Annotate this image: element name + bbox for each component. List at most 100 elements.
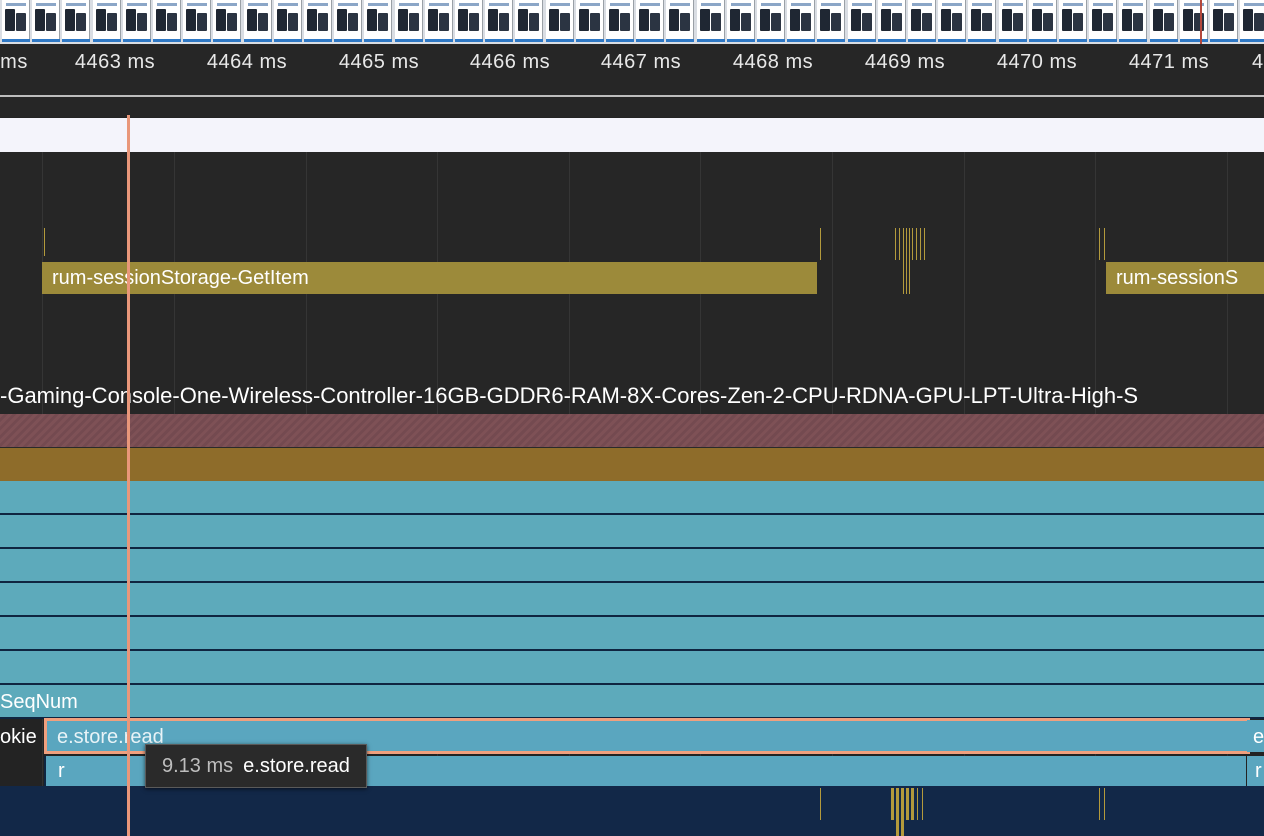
timing-mark[interactable] xyxy=(909,228,910,294)
tick-label: 4468 ms xyxy=(732,51,814,73)
filmstrip-thumbnail[interactable] xyxy=(62,0,91,42)
flame-row[interactable] xyxy=(0,685,1264,719)
filmstrip-thumbnail[interactable] xyxy=(122,0,151,42)
flame-row[interactable] xyxy=(0,515,1264,549)
filmstrip-thumbnail[interactable] xyxy=(1028,0,1057,42)
timing-mark[interactable] xyxy=(906,228,907,294)
tick-label: 4465 ms xyxy=(338,51,420,73)
timing-mark[interactable] xyxy=(911,788,914,820)
filmstrip-thumbnail[interactable] xyxy=(304,0,332,42)
filmstrip-thumbnail[interactable] xyxy=(485,0,514,42)
timing-mark[interactable] xyxy=(1099,788,1100,820)
timing-mark[interactable] xyxy=(820,788,821,820)
tick-label: 4471 ms xyxy=(1128,51,1210,73)
timing-mark[interactable] xyxy=(912,228,913,260)
filmstrip-thumbnail[interactable] xyxy=(153,0,181,42)
timing-mark[interactable] xyxy=(903,228,904,294)
filmstrip-thumbnail[interactable] xyxy=(757,0,785,42)
filmstrip-thumbnail[interactable] xyxy=(968,0,997,42)
filmstrip-thumbnail[interactable] xyxy=(726,0,755,42)
timing-slice[interactable]: rum-sessionS xyxy=(1106,262,1264,294)
flame-empty-area xyxy=(0,786,1264,836)
filmstrip-thumbnail[interactable] xyxy=(334,0,363,42)
flame-slice-label: okie xyxy=(0,726,37,748)
timing-mark[interactable] xyxy=(916,228,917,260)
filmstrip-thumbnail[interactable] xyxy=(243,0,272,42)
filmstrip-thumbnail[interactable] xyxy=(424,0,453,42)
timing-mark[interactable] xyxy=(906,788,909,820)
filmstrip-thumbnail[interactable] xyxy=(32,0,61,42)
timing-mark[interactable] xyxy=(899,228,900,260)
filmstrip-thumbnail[interactable] xyxy=(455,0,483,42)
timing-mark[interactable] xyxy=(920,228,921,260)
flame-slice[interactable]: e xyxy=(1247,720,1264,752)
filmstrip-thumbnail[interactable] xyxy=(908,0,936,42)
flame-row[interactable] xyxy=(0,549,1264,583)
tick-label: 4469 ms xyxy=(864,51,946,73)
filmstrip-thumbnail[interactable] xyxy=(938,0,967,42)
filmstrip-thumbnail[interactable] xyxy=(213,0,242,42)
filmstrip-thumbnail[interactable] xyxy=(515,0,544,42)
filmstrip-thumbnail[interactable] xyxy=(606,0,634,42)
filmstrip-thumbnail[interactable] xyxy=(1119,0,1148,42)
flame-slice[interactable]: r xyxy=(1247,756,1264,786)
tick-label: 4 xyxy=(1252,51,1264,73)
filmstrip-thumbnail[interactable] xyxy=(2,0,30,42)
tick-label: 4466 ms xyxy=(469,51,551,73)
filmstrip-thumbnail[interactable] xyxy=(1240,0,1264,42)
screenshot-filmstrip[interactable] xyxy=(0,0,1264,44)
flame-row-task[interactable] xyxy=(0,414,1264,448)
filmstrip-thumbnail[interactable] xyxy=(273,0,302,42)
timing-mark[interactable] xyxy=(895,228,896,260)
flame-row[interactable] xyxy=(0,617,1264,651)
filmstrip-thumbnail[interactable] xyxy=(787,0,816,42)
filmstrip-thumbnail[interactable] xyxy=(364,0,393,42)
filmstrip-thumbnail[interactable] xyxy=(877,0,906,42)
slice-tooltip: 9.13 ms e.store.read xyxy=(145,744,367,788)
timing-mark[interactable] xyxy=(901,788,904,836)
timing-mark[interactable] xyxy=(1104,228,1105,260)
filmstrip-thumbnail[interactable] xyxy=(545,0,574,42)
track-gap xyxy=(0,97,1264,117)
timing-mark[interactable] xyxy=(922,788,923,820)
filmstrip-thumbnail[interactable] xyxy=(575,0,604,42)
timing-mark[interactable] xyxy=(1104,788,1105,820)
task-url-label: -Gaming-Console-One-Wireless-Controller-… xyxy=(0,383,1139,408)
filmstrip-thumbnail[interactable] xyxy=(394,0,423,42)
flame-row[interactable] xyxy=(0,481,1264,515)
filmstrip-thumbnail[interactable] xyxy=(847,0,876,42)
timing-mark[interactable] xyxy=(896,788,899,836)
timing-mark[interactable] xyxy=(917,788,918,820)
flame-row-script[interactable] xyxy=(0,448,1264,481)
timing-mark[interactable] xyxy=(891,788,894,820)
tick-label: 4467 ms xyxy=(600,51,682,73)
timeline-cursor xyxy=(127,115,130,836)
timing-mark[interactable] xyxy=(924,228,925,260)
filmstrip-thumbnail[interactable] xyxy=(817,0,846,42)
tick-label: 4464 ms xyxy=(206,51,288,73)
timing-mark[interactable] xyxy=(1099,228,1100,260)
filmstrip-thumbnail[interactable] xyxy=(636,0,665,42)
tick-label: 4470 ms xyxy=(996,51,1078,73)
filmstrip-thumbnail[interactable] xyxy=(696,0,725,42)
filmstrip-thumbnail[interactable] xyxy=(1149,0,1178,42)
tick-label: 4463 ms xyxy=(74,51,156,73)
timing-mark[interactable] xyxy=(820,228,821,260)
filmstrip-position-marker xyxy=(1200,0,1202,44)
timing-mark[interactable] xyxy=(44,228,45,256)
filmstrip-thumbnail[interactable] xyxy=(1059,0,1087,42)
filmstrip-thumbnail[interactable] xyxy=(1179,0,1208,42)
filmstrip-thumbnail[interactable] xyxy=(92,0,121,42)
flame-slice-label: SeqNum xyxy=(0,691,78,713)
filmstrip-thumbnail[interactable] xyxy=(666,0,695,42)
flame-row[interactable] xyxy=(0,651,1264,685)
tooltip-duration: 9.13 ms xyxy=(162,754,234,777)
tooltip-name: e.store.read xyxy=(243,754,350,777)
filmstrip-thumbnail[interactable] xyxy=(1210,0,1238,42)
network-track[interactable] xyxy=(0,118,1264,152)
timing-slice[interactable]: rum-sessionStorage-GetItem xyxy=(42,262,817,294)
flame-row[interactable] xyxy=(0,583,1264,617)
filmstrip-thumbnail[interactable] xyxy=(998,0,1027,42)
filmstrip-thumbnail[interactable] xyxy=(183,0,212,42)
filmstrip-thumbnail[interactable] xyxy=(1089,0,1118,42)
